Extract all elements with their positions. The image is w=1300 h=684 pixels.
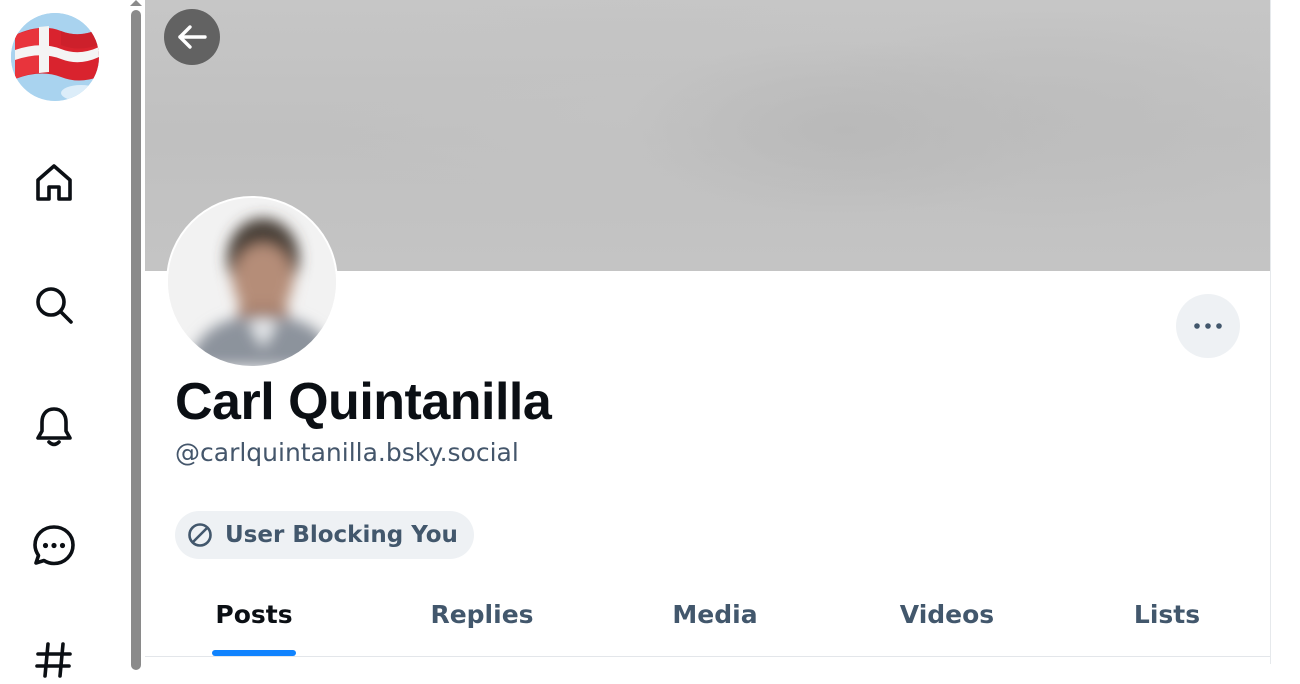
- profile-photo: [168, 198, 336, 366]
- tab-media[interactable]: Media: [655, 580, 775, 656]
- current-user-avatar[interactable]: [11, 13, 99, 101]
- tab-label: Lists: [1133, 599, 1201, 629]
- blocking-label: User Blocking You: [225, 522, 458, 548]
- ellipsis-icon: [1194, 323, 1222, 329]
- tab-lists[interactable]: Lists: [1117, 580, 1217, 656]
- tab-replies[interactable]: Replies: [417, 580, 547, 656]
- tabs-divider: [145, 656, 1270, 657]
- home-nav-button[interactable]: [30, 159, 78, 207]
- search-icon: [36, 287, 73, 324]
- scrollbar-up-arrow[interactable]: [130, 0, 142, 6]
- blurred-person-photo: [168, 198, 336, 366]
- search-nav-button[interactable]: [30, 281, 78, 329]
- notifications-nav-button[interactable]: [30, 402, 78, 450]
- denmark-flag-avatar: [11, 13, 99, 101]
- back-button[interactable]: [164, 9, 220, 65]
- chat-icon: [33, 525, 75, 566]
- bell-icon: [36, 407, 72, 447]
- feeds-nav-button[interactable]: [30, 636, 78, 684]
- tab-posts[interactable]: Posts: [192, 580, 316, 656]
- tab-label: Posts: [215, 599, 293, 629]
- scrollbar-thumb[interactable]: [131, 10, 141, 670]
- block-icon: [187, 522, 213, 548]
- profile-avatar[interactable]: [166, 196, 338, 368]
- profile-handle: @carlquintanilla.bsky.social: [175, 438, 519, 467]
- arrow-left-icon: [178, 25, 207, 49]
- user-blocking-you-badge: User Blocking You: [175, 511, 474, 559]
- hashtag-icon: [35, 642, 72, 678]
- profile-display-name: Carl Quintanilla: [175, 373, 552, 431]
- tab-label: Videos: [899, 599, 995, 629]
- chat-nav-button[interactable]: [30, 521, 78, 569]
- tab-label: Media: [672, 599, 758, 629]
- left-sidebar: [0, 0, 128, 678]
- tab-videos[interactable]: Videos: [882, 580, 1012, 656]
- profile-more-options-button[interactable]: [1176, 294, 1240, 358]
- tab-label: Replies: [430, 599, 534, 629]
- home-icon: [36, 164, 72, 201]
- profile-tabs: Posts Replies Media Videos Lists: [145, 580, 1270, 656]
- profile-main-column: Carl Quintanilla @carlquintanilla.bsky.s…: [145, 0, 1271, 664]
